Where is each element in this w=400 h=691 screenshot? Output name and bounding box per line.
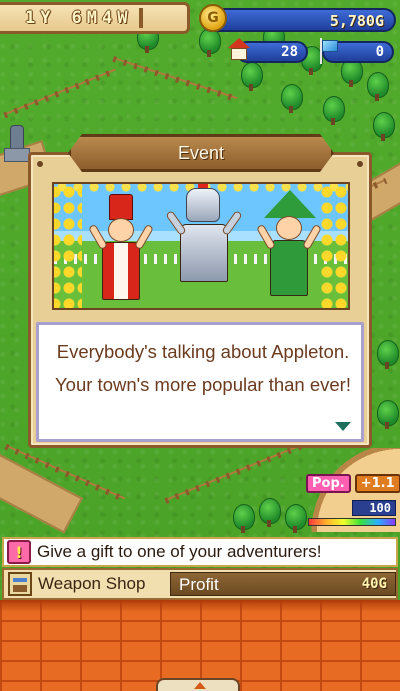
tree	[240, 62, 263, 92]
knight-helmet	[186, 188, 220, 222]
character-head	[108, 218, 134, 242]
chevron-up-icon	[194, 682, 206, 689]
tree	[280, 84, 303, 114]
knight-armor	[180, 224, 228, 282]
tree	[258, 498, 281, 528]
notice-bar[interactable]: ! Give a gift to one of your adventurers…	[2, 537, 398, 567]
priest-character	[88, 194, 154, 302]
fence	[164, 442, 306, 504]
house-roof	[228, 38, 250, 48]
money-value: 5,780G	[329, 12, 384, 30]
tree	[372, 112, 395, 142]
profit-label: Profit	[179, 575, 219, 594]
tree	[232, 504, 255, 534]
coin-symbol: G	[207, 10, 219, 26]
flower-bush-left	[54, 184, 82, 308]
houses-value: 28	[281, 44, 298, 60]
tree	[198, 28, 221, 58]
event-message: Everybody's talking about Appleton. Your…	[55, 341, 351, 395]
popularity-change: +1.1	[354, 474, 400, 493]
tree	[366, 72, 389, 102]
statue	[4, 122, 30, 162]
house-icon	[228, 38, 250, 62]
flag-icon	[318, 38, 340, 64]
archer-hat	[264, 190, 316, 218]
statue-base	[4, 148, 30, 162]
popularity-label: Pop.	[306, 474, 351, 493]
priest-robe	[102, 242, 140, 300]
popularity-header: Pop. +1.1	[306, 474, 400, 493]
year-value: 1	[25, 8, 37, 28]
event-scene-image	[52, 182, 350, 310]
profit-panel: Profit 40G	[170, 572, 396, 596]
money-display: 5,780G	[200, 8, 396, 32]
notice-icon-glyph: !	[15, 542, 23, 562]
archer-character	[256, 190, 322, 302]
menu-toggle-button[interactable]	[156, 678, 240, 691]
rivet	[357, 161, 363, 167]
fence	[112, 56, 238, 102]
knight-character	[165, 184, 243, 302]
tree	[376, 340, 399, 370]
popularity-value: 100	[352, 500, 396, 516]
continue-arrow-icon[interactable]	[335, 422, 351, 431]
tree	[322, 96, 345, 126]
tree	[376, 400, 399, 430]
event-message-box[interactable]: Everybody's talking about Appleton. Your…	[36, 322, 364, 442]
raised-arm	[165, 210, 187, 236]
character-head	[276, 216, 302, 240]
raised-arm	[256, 223, 276, 251]
month-value: 6	[71, 8, 83, 28]
shop-info-bar[interactable]: Weapon Shop Profit 40G	[2, 568, 398, 600]
month-unit: M	[86, 8, 98, 28]
notice-text: Give a gift to one of your adventurers!	[37, 542, 322, 561]
flags-value: 0	[375, 44, 384, 60]
event-title-plate: Event	[68, 134, 334, 172]
flower-bush-right	[320, 184, 348, 308]
date-divider	[138, 8, 143, 28]
year-unit: Y	[40, 8, 52, 28]
flag-cloth	[322, 40, 338, 52]
exclamation-icon: !	[7, 540, 31, 564]
popularity-rainbow-bar	[308, 518, 396, 526]
shop-name: Weapon Shop	[38, 574, 146, 593]
date-display: 1 Y 6 M 4 W	[0, 2, 190, 34]
week-value: 4	[102, 8, 114, 28]
week-unit: W	[117, 8, 129, 28]
raised-arm	[88, 223, 108, 251]
priest-hat	[109, 194, 133, 220]
raised-arm	[134, 223, 154, 251]
raised-arm	[302, 223, 322, 251]
statue-figure	[10, 125, 24, 149]
archer-tunic	[270, 240, 308, 296]
rivet	[37, 161, 43, 167]
coin-icon: G	[199, 4, 227, 32]
fence	[3, 67, 117, 119]
event-title: Event	[177, 142, 225, 163]
raised-arm	[221, 210, 243, 236]
shop-icon	[8, 572, 32, 596]
profit-value: 40G	[361, 576, 387, 592]
house-wall	[231, 48, 247, 60]
